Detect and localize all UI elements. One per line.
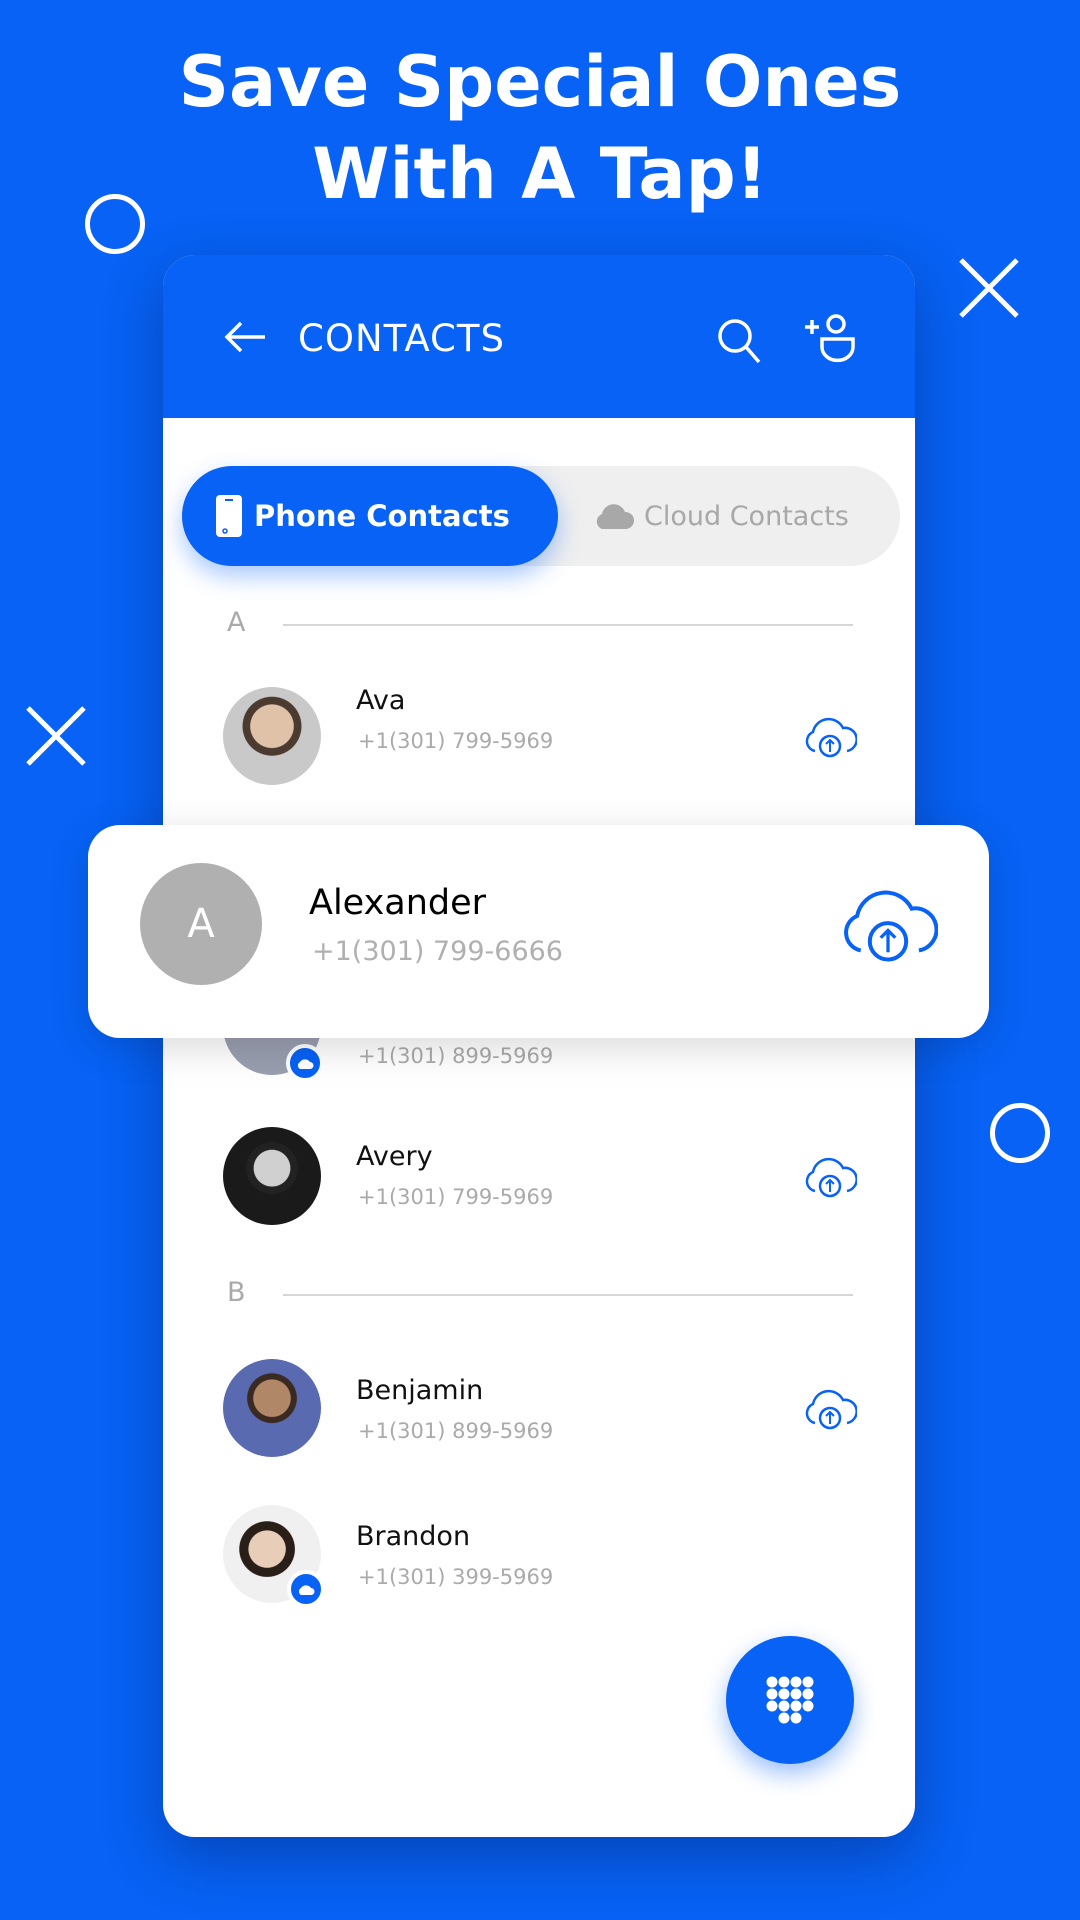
decorative-circle: [85, 194, 145, 254]
contact-phone: +1(301) 899-5969: [358, 1419, 554, 1443]
cloud-badge-icon: [286, 1044, 324, 1082]
headline-line-1: Save Special Ones: [178, 41, 902, 123]
avatar: [223, 1127, 321, 1225]
cloud-upload-icon[interactable]: [838, 885, 939, 969]
contact-name: Benjamin: [356, 1375, 484, 1406]
avatar: [223, 1359, 321, 1457]
cloud-badge-icon: [287, 1570, 325, 1608]
page-title: CONTACTS: [298, 317, 505, 360]
contact-phone: +1(301) 899-5969: [358, 1044, 554, 1068]
tab-label: Cloud Contacts: [644, 500, 849, 532]
avatar-initial: A: [140, 863, 262, 985]
contact-row[interactable]: Ava +1(301) 799-5969: [163, 685, 915, 795]
cloud-upload-icon[interactable]: [803, 1387, 858, 1435]
cloud-upload-icon[interactable]: [803, 715, 858, 763]
contact-phone: +1(301) 799-5969: [358, 729, 554, 753]
avatar: [223, 687, 321, 785]
arrow-left-icon[interactable]: [223, 321, 267, 357]
section-header: B: [227, 1277, 246, 1308]
contact-name: Ava: [356, 685, 406, 716]
phone-icon: [216, 495, 242, 537]
headline: Save Special Ones With A Tap!: [0, 36, 1080, 220]
contacts-toggle: Cloud Contacts Phone Contacts: [182, 466, 900, 566]
contact-name: Avery: [356, 1141, 433, 1172]
dialpad-button[interactable]: [726, 1636, 854, 1764]
phone-screen: CONTACTS Cloud Contacts Phone Contacts A…: [163, 255, 915, 1837]
divider: [283, 624, 853, 626]
section-header: A: [227, 607, 246, 638]
cloud-upload-icon[interactable]: [803, 1155, 858, 1203]
headline-line-2: With A Tap!: [312, 133, 768, 215]
highlighted-contact-card[interactable]: A Alexander +1(301) 799-6666: [88, 825, 989, 1038]
tab-cloud-contacts[interactable]: Cloud Contacts: [558, 466, 900, 566]
contact-name: Brandon: [356, 1521, 471, 1552]
decorative-circle: [990, 1103, 1050, 1163]
decorative-x-icon: [24, 704, 88, 768]
divider: [283, 1294, 853, 1296]
app-header: CONTACTS: [163, 255, 915, 418]
contact-row[interactable]: Avery +1(301) 799-5969: [163, 1125, 915, 1235]
search-icon[interactable]: [716, 317, 762, 369]
contact-row[interactable]: Benjamin +1(301) 899-5969: [163, 1359, 915, 1469]
add-user-icon[interactable]: [803, 313, 857, 367]
contact-row[interactable]: Brandon +1(301) 399-5969: [163, 1505, 915, 1615]
dialpad-icon: [766, 1676, 814, 1724]
contact-phone: +1(301) 399-5969: [358, 1565, 554, 1589]
contact-name: Alexander: [309, 883, 487, 923]
decorative-x-icon: [957, 256, 1021, 320]
tab-label: Phone Contacts: [254, 499, 510, 533]
cloud-icon: [596, 504, 634, 529]
contact-phone: +1(301) 799-5969: [358, 1185, 554, 1209]
tab-phone-contacts[interactable]: Phone Contacts: [182, 466, 558, 566]
contact-phone: +1(301) 799-6666: [312, 936, 563, 967]
